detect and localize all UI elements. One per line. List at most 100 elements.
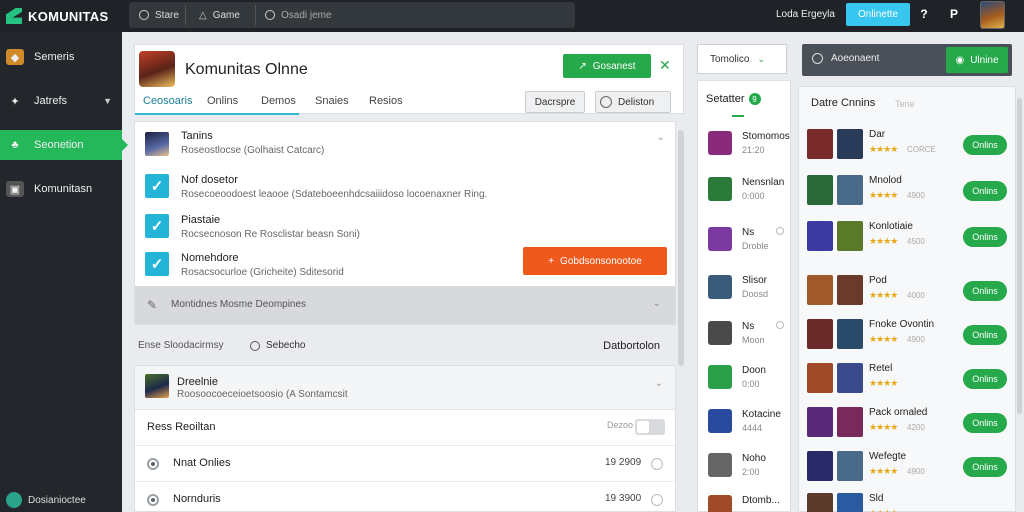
friend-name: Mnolod	[869, 175, 902, 186]
avatar	[837, 221, 863, 251]
task-item[interactable]: ✓ Nof dosetor Rosecoeoodoest leaooe (Sda…	[135, 166, 677, 206]
status-item[interactable]: Kotacine 4444	[706, 405, 786, 445]
toggle-switch[interactable]	[635, 419, 665, 435]
avatar	[807, 407, 833, 437]
rating-stars: ★★★★	[869, 144, 898, 154]
triangle-icon: △	[199, 9, 207, 21]
online-status-button[interactable]: Onlins	[963, 369, 1007, 389]
online-status-button[interactable]: Onlins	[963, 413, 1007, 433]
rating-stars: ★★★★	[869, 422, 898, 432]
friend-score: 4900	[907, 335, 925, 344]
sidebar-item-seonetion[interactable]: ♣ Seonetion	[0, 130, 128, 160]
friend-name: Konlotiaie	[869, 221, 913, 232]
tab-resios[interactable]: Resios	[369, 95, 403, 107]
friend-row[interactable]: Pack ornaled ★★★★ 4200 Onlins	[803, 401, 1011, 443]
radio-icon[interactable]	[147, 494, 159, 506]
status-item[interactable]: Noho 2:00	[706, 449, 786, 489]
online-status-button[interactable]: Onlins	[963, 325, 1007, 345]
sidebar-item-semeris[interactable]: ◆ Semeris	[0, 42, 122, 72]
circle-icon	[776, 321, 784, 329]
checkbox-checked[interactable]: ✓	[145, 252, 169, 276]
friend-row[interactable]: Dar ★★★★ CORCE Onlins	[803, 123, 1011, 165]
right-action-label: Ulnine	[970, 54, 999, 66]
sidebar-item-komunitasn[interactable]: ▣ Komunitasn	[0, 174, 122, 204]
primary-action-label: Gosanest	[592, 60, 636, 72]
checkbox-checked[interactable]: ✓	[145, 214, 169, 238]
right-action-button[interactable]: ◉ Ulnine	[946, 47, 1008, 73]
tab-onlins[interactable]: Onlins	[207, 95, 238, 107]
top-bar: KOMUNITAS Stare △ Game Osadi jeme Loda E…	[0, 0, 1024, 32]
friend-row[interactable]: Retel ★★★★ Onlins	[803, 357, 1011, 399]
circle-icon[interactable]	[651, 494, 663, 506]
list-item[interactable]: Nornduris 19 3900	[135, 482, 675, 512]
right-toolbar-label[interactable]: Aoeonaent	[812, 53, 879, 64]
list-item-value: 19 3900	[605, 493, 642, 504]
toggle-row: Ress Reoiltan Dezoo	[135, 410, 675, 446]
friend-row[interactable]: Mnolod ★★★★ 4900 Onlins	[803, 169, 1011, 211]
friends-panel-title: Datre Cnnins	[811, 97, 876, 109]
task-footer[interactable]: ✎ Montidnes Mosme Deompines ⌄	[135, 286, 675, 324]
main-scrollbar[interactable]	[678, 130, 684, 366]
monitor-icon: ▣	[6, 181, 24, 197]
friend-row[interactable]: Konlotiaie ★★★★ 4500 Onlins	[803, 215, 1011, 257]
task-item[interactable]: ✓ Piastaie Rocsecnoson Re Rosclistar bea…	[135, 206, 677, 246]
settings-button[interactable]: Deliston	[595, 91, 671, 113]
checkbox-checked[interactable]: ✓	[145, 174, 169, 198]
status-item[interactable]: Ns Moon	[706, 317, 786, 357]
user-name[interactable]: Loda Ergeyla	[776, 9, 835, 20]
filter-option[interactable]: Sebecho	[250, 340, 305, 351]
profile-icon[interactable]: P	[948, 8, 960, 20]
games-tab[interactable]: △ Game	[199, 6, 240, 24]
avatar	[807, 493, 833, 512]
tab-demos[interactable]: Demos	[261, 95, 296, 107]
task-action-button[interactable]: + Gobdsonsonootoe	[523, 247, 667, 275]
friend-row[interactable]: Wefegte ★★★★ 4900 Onlins	[803, 445, 1011, 487]
search-field[interactable]: Osadi jeme	[265, 6, 332, 24]
friend-row[interactable]: Sld ★★★★	[803, 487, 1011, 512]
user-avatar[interactable]	[980, 1, 1005, 29]
right-scrollbar[interactable]	[1017, 98, 1022, 414]
friend-row[interactable]: Pod ★★★★ 4000 Onlins	[803, 269, 1011, 311]
search-tab[interactable]: Stare	[139, 6, 179, 24]
sidebar-item-label: Seonetion	[34, 139, 84, 151]
status-item[interactable]: Stomomos 21:20	[706, 127, 790, 167]
friend-row[interactable]: Fnoke Ovontin ★★★★ 4900 Onlins	[803, 313, 1011, 355]
status-item[interactable]: Ns Droble	[706, 223, 786, 263]
close-icon[interactable]: ✕	[659, 57, 671, 74]
circle-icon[interactable]	[651, 458, 663, 470]
status-item[interactable]: Nensnlan 0:000	[706, 173, 786, 213]
status-item-sub: 21:20	[742, 145, 765, 155]
status-item[interactable]: Slisor Doosd	[706, 271, 786, 311]
list-item[interactable]: Nnat Onlies 19 2909	[135, 446, 675, 482]
avatar	[807, 363, 833, 393]
filter-dropdown[interactable]: Tomolico ⌄	[697, 44, 787, 74]
help-icon[interactable]: ?	[918, 8, 930, 20]
rating-stars: ★★★★	[869, 236, 898, 246]
online-status-button[interactable]: Onlins	[963, 181, 1007, 201]
sidebar-item-jatrefs[interactable]: ✦ Jatrefs ▼	[0, 86, 122, 116]
friend-name: Dar	[869, 129, 886, 140]
task-item[interactable]: Tanins Roseostlocse (Golhaist Catcarc) ⌄	[135, 122, 677, 162]
online-status-button[interactable]: Onlins	[963, 281, 1007, 301]
tab-ceosoaris[interactable]: Ceosoaris	[143, 95, 193, 107]
status-item[interactable]: Doon 0:00	[706, 361, 786, 401]
secondary-button[interactable]: Dacrspre	[525, 91, 585, 113]
sidebar-footer[interactable]: Dosianioctee	[6, 492, 86, 508]
game-icon	[708, 177, 732, 201]
online-status-button[interactable]: Onlins	[963, 135, 1007, 155]
chevron-down-icon[interactable]: ⌄	[657, 132, 665, 143]
list-header[interactable]: Dreelnie Roosoocoeceioetsoosio (A Sontam…	[135, 366, 675, 410]
app-logo[interactable]: KOMUNITAS	[6, 6, 108, 26]
avatar	[837, 363, 863, 393]
radio-icon[interactable]	[147, 458, 159, 470]
status-item[interactable]: Dtomb...	[706, 491, 786, 512]
tab-snaies[interactable]: Snaies	[315, 95, 349, 107]
shield-icon: ◆	[6, 49, 24, 65]
avatar	[807, 451, 833, 481]
online-status-button[interactable]: Onlins	[963, 227, 1007, 247]
filter-right-link[interactable]: Datbortolon	[603, 340, 660, 352]
online-status-button[interactable]: Onlins	[963, 457, 1007, 477]
online-button[interactable]: Onlinette	[846, 3, 910, 26]
active-tab-underline	[135, 113, 299, 115]
primary-action-button[interactable]: ↗ Gosanest	[563, 54, 651, 78]
